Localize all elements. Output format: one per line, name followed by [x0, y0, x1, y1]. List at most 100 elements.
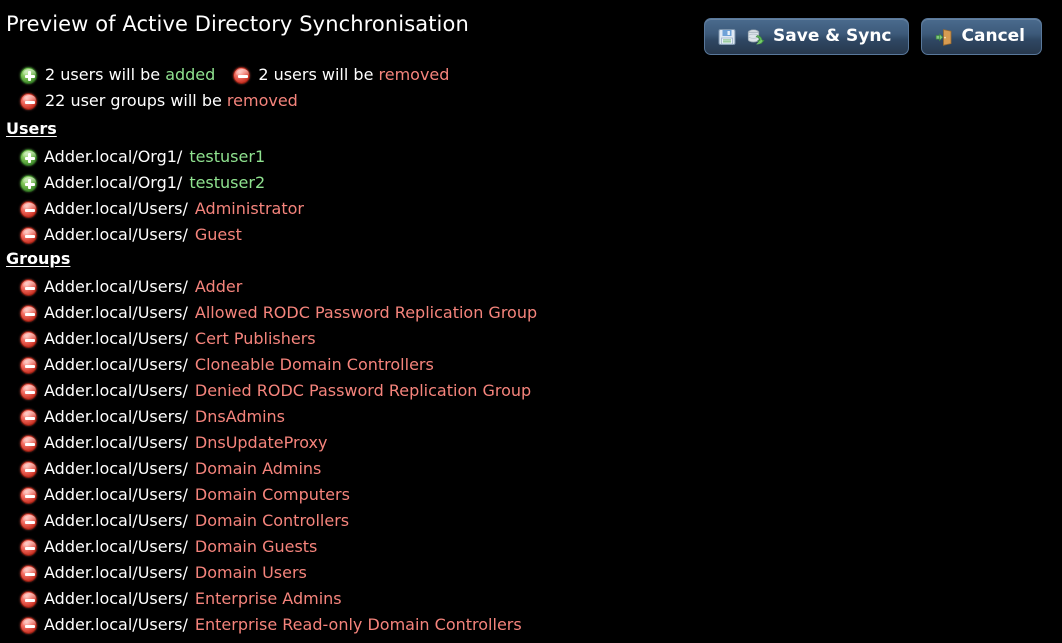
minus-circle-icon — [20, 434, 37, 452]
list-item[interactable]: Adder.local/Users/Enterprise Read-only D… — [0, 612, 1062, 638]
list-item[interactable]: Adder.local/Users/Domain Guests — [0, 534, 1062, 560]
minus-circle-icon — [20, 92, 37, 110]
plus-circle-icon — [20, 66, 37, 84]
entry-path: Adder.local/Users/ — [44, 225, 188, 244]
entry-name: DnsAdmins — [194, 407, 286, 426]
list-item[interactable]: Adder.local/Org1/testuser2 — [0, 170, 1062, 196]
list-item[interactable]: Adder.local/Users/Domain Controllers — [0, 508, 1062, 534]
minus-circle-icon — [20, 460, 37, 478]
list-item[interactable]: Adder.local/Users/DnsAdmins — [0, 404, 1062, 430]
list-item[interactable]: Adder.local/Org1/testuser1 — [0, 144, 1062, 170]
section-title-users: Users — [6, 119, 57, 138]
minus-circle-icon — [20, 590, 37, 608]
entry-name: Domain Admins — [194, 459, 322, 478]
entry-list-users: Adder.local/Org1/testuser1 Adder.local/Or… — [0, 144, 1062, 248]
entry-name: testuser2 — [189, 173, 266, 192]
sections-container: Users Adder.local/Org1/testuser1 Adder.loc… — [0, 118, 1062, 638]
entry-path: Adder.local/Users/ — [44, 511, 188, 530]
entry-path: Adder.local/Users/ — [44, 615, 188, 634]
entry-name: Cloneable Domain Controllers — [194, 355, 434, 374]
minus-circle-icon — [20, 538, 37, 556]
ad-sync-preview-window: Preview of Active Directory Synchronisat… — [0, 0, 1062, 643]
entry-path: Adder.local/Users/ — [44, 407, 188, 426]
entry-path: Adder.local/Users/ — [44, 303, 188, 322]
minus-circle-icon — [20, 356, 37, 374]
floppy-disk-save-icon — [717, 27, 737, 47]
entry-path: Adder.local/Users/ — [44, 329, 188, 348]
entry-path: Adder.local/Users/ — [44, 277, 188, 296]
entry-list-groups: Adder.local/Users/Adder Adder.local/Users… — [0, 274, 1062, 638]
entry-name: DnsUpdateProxy — [194, 433, 328, 452]
list-item[interactable]: Adder.local/Users/Enterprise Admins — [0, 586, 1062, 612]
list-item[interactable]: Adder.local/Users/Administrator — [0, 196, 1062, 222]
minus-circle-icon — [20, 616, 37, 634]
exit-door-icon — [934, 27, 954, 47]
entry-name: Domain Users — [194, 563, 307, 582]
entry-path: Adder.local/Users/ — [44, 589, 188, 608]
entry-name: Domain Computers — [194, 485, 350, 504]
entry-name: Denied RODC Password Replication Group — [194, 381, 532, 400]
summary-line-users: 2 users will be added 2 users will be re… — [0, 62, 1062, 88]
entry-name: Adder — [194, 277, 243, 296]
list-item[interactable]: Adder.local/Users/Allowed RODC Password … — [0, 300, 1062, 326]
summary-panel: 2 users will be added 2 users will be re… — [0, 62, 1062, 114]
page-title: Preview of Active Directory Synchronisat… — [6, 12, 469, 36]
list-item[interactable]: Adder.local/Users/Guest — [0, 222, 1062, 248]
entry-path: Adder.local/Users/ — [44, 563, 188, 582]
summary-users-removed: 2 users will be removed — [233, 65, 450, 84]
summary-groups-removed: 22 user groups will be removed — [20, 91, 298, 110]
list-item[interactable]: Adder.local/Users/DnsUpdateProxy — [0, 430, 1062, 456]
entry-path: Adder.local/Users/ — [44, 459, 188, 478]
summary-groups-removed-keyword: removed — [226, 91, 298, 110]
summary-groups-removed-text: 22 user groups will be — [45, 91, 227, 110]
list-item[interactable]: Adder.local/Users/Denied RODC Password R… — [0, 378, 1062, 404]
summary-users-added-keyword: added — [165, 65, 216, 84]
entry-name: Administrator — [194, 199, 304, 218]
entry-path: Adder.local/Org1/ — [44, 147, 183, 166]
minus-circle-icon — [233, 66, 251, 84]
list-item[interactable]: Adder.local/Users/Domain Admins — [0, 456, 1062, 482]
entry-path: Adder.local/Users/ — [44, 199, 188, 218]
entry-path: Adder.local/Users/ — [44, 381, 188, 400]
minus-circle-icon — [20, 278, 37, 296]
summary-users-added-text: 2 users will be — [45, 65, 166, 84]
summary-users-removed-text: 2 users will be — [258, 65, 379, 84]
minus-circle-icon — [20, 382, 37, 400]
entry-path: Adder.local/Users/ — [44, 485, 188, 504]
list-item[interactable]: Adder.local/Users/Adder — [0, 274, 1062, 300]
minus-circle-icon — [20, 512, 37, 530]
plus-circle-icon — [20, 174, 37, 192]
entry-name: Enterprise Read-only Domain Controllers — [194, 615, 522, 634]
save-and-sync-button[interactable]: Save & Sync — [704, 18, 909, 55]
entry-name: Cert Publishers — [194, 329, 316, 348]
entry-path: Adder.local/Users/ — [44, 355, 188, 374]
summary-line-groups: 22 user groups will be removed — [0, 88, 1062, 114]
plus-circle-icon — [20, 148, 37, 166]
minus-circle-icon — [20, 304, 37, 322]
save-and-sync-button-label: Save & Sync — [773, 25, 892, 46]
entry-name: Allowed RODC Password Replication Group — [194, 303, 538, 322]
entry-path: Adder.local/Org1/ — [44, 173, 183, 192]
list-item[interactable]: Adder.local/Users/Cert Publishers — [0, 326, 1062, 352]
entry-name: Enterprise Admins — [194, 589, 342, 608]
summary-users-added: 2 users will be added — [20, 65, 216, 84]
list-item[interactable]: Adder.local/Users/Domain Users — [0, 560, 1062, 586]
section-title-groups: Groups — [6, 249, 71, 268]
list-item[interactable]: Adder.local/Users/Domain Computers — [0, 482, 1062, 508]
minus-circle-icon — [20, 200, 37, 218]
sync-refresh-icon — [745, 27, 765, 47]
minus-circle-icon — [20, 564, 37, 582]
entry-name: Guest — [194, 225, 242, 244]
minus-circle-icon — [20, 226, 37, 244]
header: Preview of Active Directory Synchronisat… — [0, 0, 1062, 58]
summary-users-removed-keyword: removed — [378, 65, 450, 84]
toolbar: Save & Sync Cancel — [704, 18, 1042, 55]
minus-circle-icon — [20, 408, 37, 426]
minus-circle-icon — [20, 330, 37, 348]
list-item[interactable]: Adder.local/Users/Cloneable Domain Contr… — [0, 352, 1062, 378]
cancel-button-label: Cancel — [961, 25, 1025, 46]
entry-path: Adder.local/Users/ — [44, 433, 188, 452]
entry-path: Adder.local/Users/ — [44, 537, 188, 556]
cancel-button[interactable]: Cancel — [920, 18, 1042, 55]
minus-circle-icon — [20, 486, 37, 504]
